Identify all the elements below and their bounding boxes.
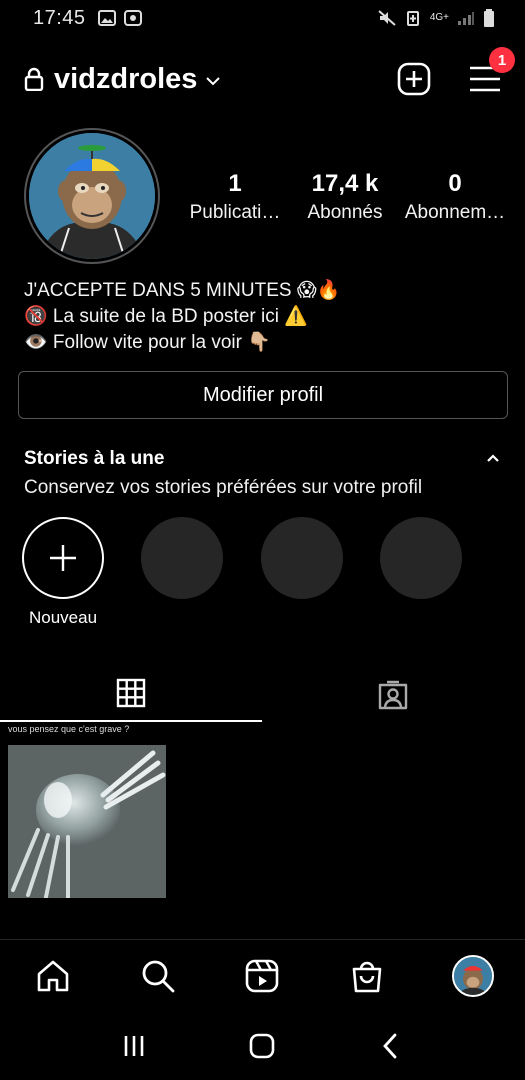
stories-title: Stories à la une [24,448,165,469]
nav-reels[interactable] [243,957,281,995]
stat-posts-count: 1 [228,170,242,197]
stat-following[interactable]: 0 Abonnem… [400,170,510,224]
back-icon[interactable] [376,1031,406,1061]
status-bar: 17:45 4G+ [0,0,525,36]
bio-line-3: 👁️ Follow vite pour la voir 👇🏼 [24,332,271,353]
bio-line-2: 🔞 La suite de la BD poster ici ⚠️ [24,306,308,327]
avatar-image [29,133,155,259]
new-highlight-label: Nouveau [28,608,98,627]
create-post-icon[interactable] [397,62,431,96]
system-nav-bar [0,1011,525,1080]
4g-signal-icon: 4G+ [429,12,449,23]
bio-line-1: J'ACCEPTE DANS 5 MINUTES 😱🔥 [24,280,341,301]
stat-followers-label: Abonnés [307,202,383,223]
signal-icon [458,12,474,25]
edit-profile-button[interactable]: Modifier profil [18,371,508,419]
stories-subtitle: Conservez vos stories préférées sur votr… [24,477,423,498]
menu-button[interactable]: 1 [469,47,515,93]
tab-posts-grid[interactable] [0,666,262,722]
chevron-down-icon[interactable] [205,73,221,89]
nav-search[interactable] [139,957,177,995]
nav-profile-avatar[interactable] [452,954,494,997]
profile-header: vidzdroles 1 [0,47,525,103]
notification-badge: 1 [489,47,515,73]
chevron-up-icon[interactable] [485,450,501,466]
tagged-user-icon [378,680,408,710]
highlight-placeholder [380,517,462,599]
bottom-nav [0,939,525,1011]
shop-icon [352,961,381,992]
status-time: 17:45 [33,6,86,29]
stat-followers-count: 17,4 k [311,170,379,197]
tab-tagged[interactable] [262,666,524,722]
profile-avatar[interactable] [24,128,160,264]
nav-shop[interactable] [348,957,386,995]
plus-icon [50,545,76,571]
stat-followers[interactable]: 17,4 k Abonnés [290,170,400,224]
stat-posts[interactable]: 1 Publicati… [180,170,290,224]
post-thumbnail[interactable] [8,745,166,898]
new-highlight-button[interactable] [22,517,104,599]
highlight-placeholder [261,517,343,599]
post-caption: vous pensez que c'est grave ? [8,724,130,734]
battery-icon [484,9,494,27]
reels-icon [245,959,279,992]
battery-saver-icon [406,11,419,26]
recent-apps-icon[interactable] [119,1031,149,1061]
image-icon [97,10,116,26]
stat-following-label: Abonnem… [404,202,506,223]
mute-icon [378,10,396,26]
home-circle-icon[interactable] [247,1031,277,1061]
stat-posts-label: Publicati… [189,202,281,223]
grid-icon [116,678,146,708]
username[interactable]: vidzdroles [54,63,197,96]
home-icon [37,960,69,991]
nav-home[interactable] [34,957,72,995]
profile-bio: J'ACCEPTE DANS 5 MINUTES 😱🔥 🔞 La suite d… [24,278,340,356]
stat-following-count: 0 [448,170,462,197]
search-icon [142,960,174,992]
highlight-placeholder [141,517,223,599]
profile-stats: 1 Publicati… 17,4 k Abonnés 0 Abonnem… [180,170,510,224]
lock-icon [24,67,44,91]
screen-record-icon [123,10,142,26]
